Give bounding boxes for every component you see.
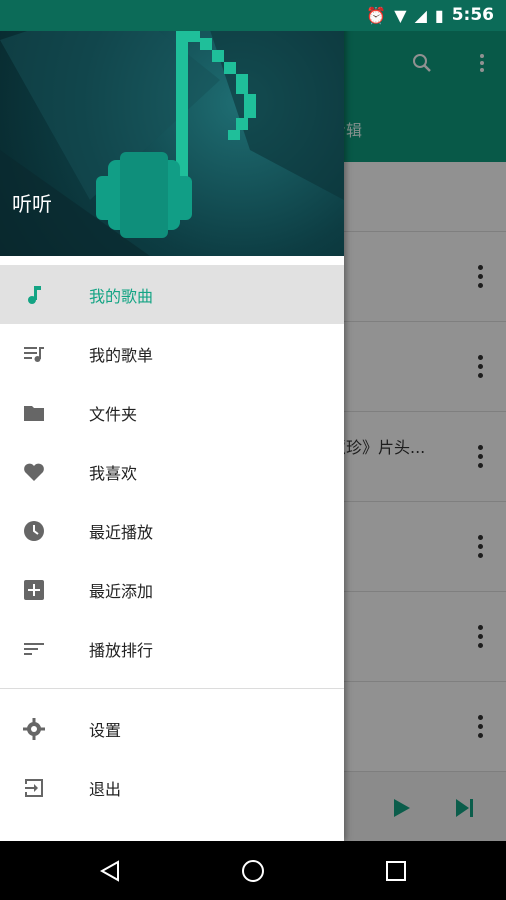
music-note-icon xyxy=(28,285,41,304)
menu-item-label: 我喜欢 xyxy=(89,463,138,483)
drawer-header: 听听 xyxy=(0,0,344,256)
back-icon[interactable] xyxy=(98,859,122,883)
menu-item-recent-played[interactable]: 最近播放 xyxy=(0,501,344,560)
menu-item-label: 最近添加 xyxy=(89,581,154,601)
sort-icon xyxy=(24,642,44,655)
menu-item-label: 播放排行 xyxy=(89,640,154,660)
status-time: 5:56 xyxy=(451,5,494,25)
signal-icon: ◢ xyxy=(414,5,427,25)
menu-divider xyxy=(0,688,344,689)
menu-item-label: 设置 xyxy=(89,720,122,740)
heart-icon xyxy=(24,463,44,481)
music-note-logo xyxy=(0,0,344,256)
menu-item-label: 我的歌曲 xyxy=(89,286,154,306)
menu-item-my-playlists[interactable]: 我的歌单 xyxy=(0,324,344,383)
menu-item-label: 退出 xyxy=(89,779,122,799)
drawer-menu: 我的歌曲 我的歌单 文件夹 我喜欢 最近播放 最近添加 播放排行 设置 退出 xyxy=(0,265,344,817)
settings-icon xyxy=(23,717,45,740)
alarm-icon: ⏰ xyxy=(366,5,387,25)
menu-item-recent-added[interactable]: 最近添加 xyxy=(0,560,344,619)
status-icons: ⏰ ▼ ◢ ▮ 5:56 xyxy=(366,5,494,25)
menu-item-exit[interactable]: 退出 xyxy=(0,758,344,817)
status-bar: ⏰ ▼ ◢ ▮ 5:56 xyxy=(0,0,506,31)
menu-item-folders[interactable]: 文件夹 xyxy=(0,383,344,442)
system-nav-bar xyxy=(0,841,506,900)
navigation-drawer: 听听 我的歌曲 我的歌单 文件夹 我喜欢 最近播放 最近添加 播放排行 设置 退… xyxy=(0,0,344,841)
battery-icon: ▮ xyxy=(434,5,444,25)
menu-item-favorites[interactable]: 我喜欢 xyxy=(0,442,344,501)
menu-item-settings[interactable]: 设置 xyxy=(0,699,344,758)
home-icon[interactable] xyxy=(241,859,265,883)
menu-item-label: 文件夹 xyxy=(89,404,138,424)
recents-icon[interactable] xyxy=(384,859,408,883)
clock-icon xyxy=(24,520,44,541)
menu-item-label: 我的歌单 xyxy=(89,345,154,365)
drawer-user-name: 听听 xyxy=(12,192,52,216)
menu-item-label: 最近播放 xyxy=(89,522,154,542)
menu-item-play-ranking[interactable]: 播放排行 xyxy=(0,619,344,678)
add-box-icon xyxy=(24,579,44,600)
exit-icon xyxy=(25,778,43,797)
folder-icon xyxy=(24,405,44,421)
wifi-icon: ▼ xyxy=(394,5,407,25)
playlist-icon xyxy=(24,346,44,362)
menu-item-my-songs[interactable]: 我的歌曲 xyxy=(0,265,344,324)
